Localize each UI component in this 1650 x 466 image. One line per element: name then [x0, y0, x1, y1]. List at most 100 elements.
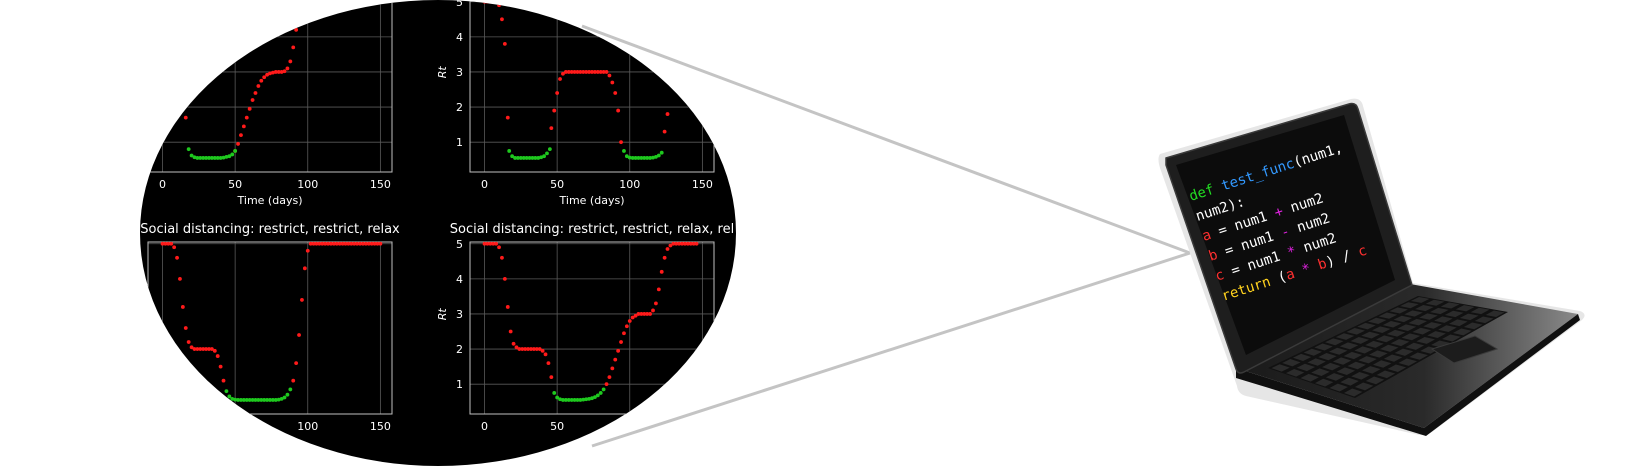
y-tick-label: 2 [456, 101, 463, 114]
restrict-point [508, 329, 513, 334]
restrict-point [485, 0, 490, 4]
restrict-point [494, 0, 499, 4]
restrict-point [549, 375, 554, 380]
x-tick-label: 100 [297, 420, 318, 433]
x-tick-label: 50 [550, 178, 564, 191]
restrict-point [549, 126, 554, 131]
restrict-point [302, 266, 307, 271]
restrict-point [694, 241, 699, 246]
restrict-point [662, 129, 667, 134]
restrict-point [259, 78, 264, 83]
diagram-canvas: 0 50 100 150Time (days) 0 50 100 15012345Time … [134, 0, 1585, 466]
relax-point [224, 389, 229, 394]
restrict-point [244, 115, 249, 120]
restrict-point [183, 326, 188, 330]
restrict-point [291, 45, 296, 50]
restrict-point [491, 0, 496, 4]
plot-title: Social distancing: restrict, restrict, r… [140, 222, 400, 237]
restrict-point [604, 70, 609, 74]
x-tick-label: 150 [692, 178, 713, 191]
restrict-point [288, 59, 293, 64]
restrict-point [607, 375, 612, 380]
restrict-point [540, 348, 545, 353]
restrict-point [482, 0, 487, 4]
restrict-point [175, 255, 179, 260]
relax-point [659, 150, 664, 155]
relax-point [230, 152, 235, 157]
relax-point [227, 394, 232, 399]
restrict-point [285, 66, 290, 71]
restrict-point [488, 0, 493, 4]
restrict-point [511, 341, 516, 346]
x-tick-label: 0 [159, 420, 166, 433]
x-axis-label: Time (days) [237, 194, 303, 207]
restrict-point [294, 361, 299, 366]
relax-point [233, 149, 238, 153]
restrict-point [662, 255, 667, 260]
x-tick-label: 100 [619, 178, 640, 191]
restrict-point [308, 0, 313, 4]
relax-point [282, 395, 287, 400]
relax-point [601, 387, 606, 392]
restrict-point [627, 319, 632, 323]
restrict-point [262, 75, 267, 80]
x-tick-label: 0 [481, 420, 488, 433]
restrict-point [555, 91, 560, 95]
restrict-point [604, 382, 609, 387]
relax-point [545, 151, 549, 156]
restrict-point [300, 5, 304, 9]
restrict-point [291, 378, 296, 383]
restrict-point [607, 73, 612, 78]
restrict-point [302, 0, 307, 4]
restrict-point [654, 301, 658, 306]
restrict-point [613, 357, 618, 362]
restrict-point [500, 17, 504, 22]
restrict-point [651, 308, 655, 313]
restrict-point [178, 276, 182, 281]
x-tick-label: 150 [692, 420, 713, 433]
restrict-point [610, 80, 615, 85]
restrict-point [212, 348, 217, 353]
y-tick-label: 5 [134, 238, 141, 251]
restrict-point [256, 84, 261, 88]
restrict-point [250, 98, 255, 102]
restrict-point [218, 364, 223, 369]
restrict-point [294, 27, 299, 32]
zoom-ellipse: 0 50 100 150Time (days) 0 50 100 15012345Time … [134, 0, 736, 466]
restrict-point [505, 115, 510, 120]
restrict-point [378, 241, 383, 246]
restrict-point [494, 241, 499, 246]
x-tick-label: 50 [228, 178, 242, 191]
restrict-point [616, 348, 621, 353]
x-tick-label: 50 [228, 420, 242, 433]
restrict-point [558, 77, 562, 81]
plot-title: Social distancing: restrict, restrict, r… [450, 222, 734, 237]
restrict-point [253, 91, 258, 95]
relax-point [507, 149, 512, 153]
relax-point [656, 153, 661, 158]
y-axis-label: Rt [436, 308, 449, 321]
y-tick-label: 1 [456, 378, 463, 391]
restrict-point [619, 140, 623, 145]
restrict-point [247, 106, 252, 111]
restrict-point [543, 352, 548, 357]
restrict-point [500, 255, 504, 260]
restrict-point [300, 298, 304, 302]
restrict-point [665, 112, 670, 116]
restrict-point [305, 0, 310, 4]
restrict-point [648, 312, 652, 316]
restrict-point [497, 3, 501, 8]
y-tick-label: 3 [456, 66, 463, 79]
restrict-point [180, 305, 185, 309]
relax-point [542, 154, 546, 159]
restrict-point [665, 247, 670, 251]
relax-point [552, 391, 557, 395]
restrict-point [297, 13, 301, 18]
restrict-point [616, 108, 621, 113]
y-tick-label: 3 [456, 308, 463, 321]
restrict-point [622, 331, 626, 336]
relax-point [285, 392, 290, 397]
restrict-point [552, 108, 557, 113]
restrict-point [656, 287, 661, 292]
y-tick-label: 1 [456, 136, 463, 149]
